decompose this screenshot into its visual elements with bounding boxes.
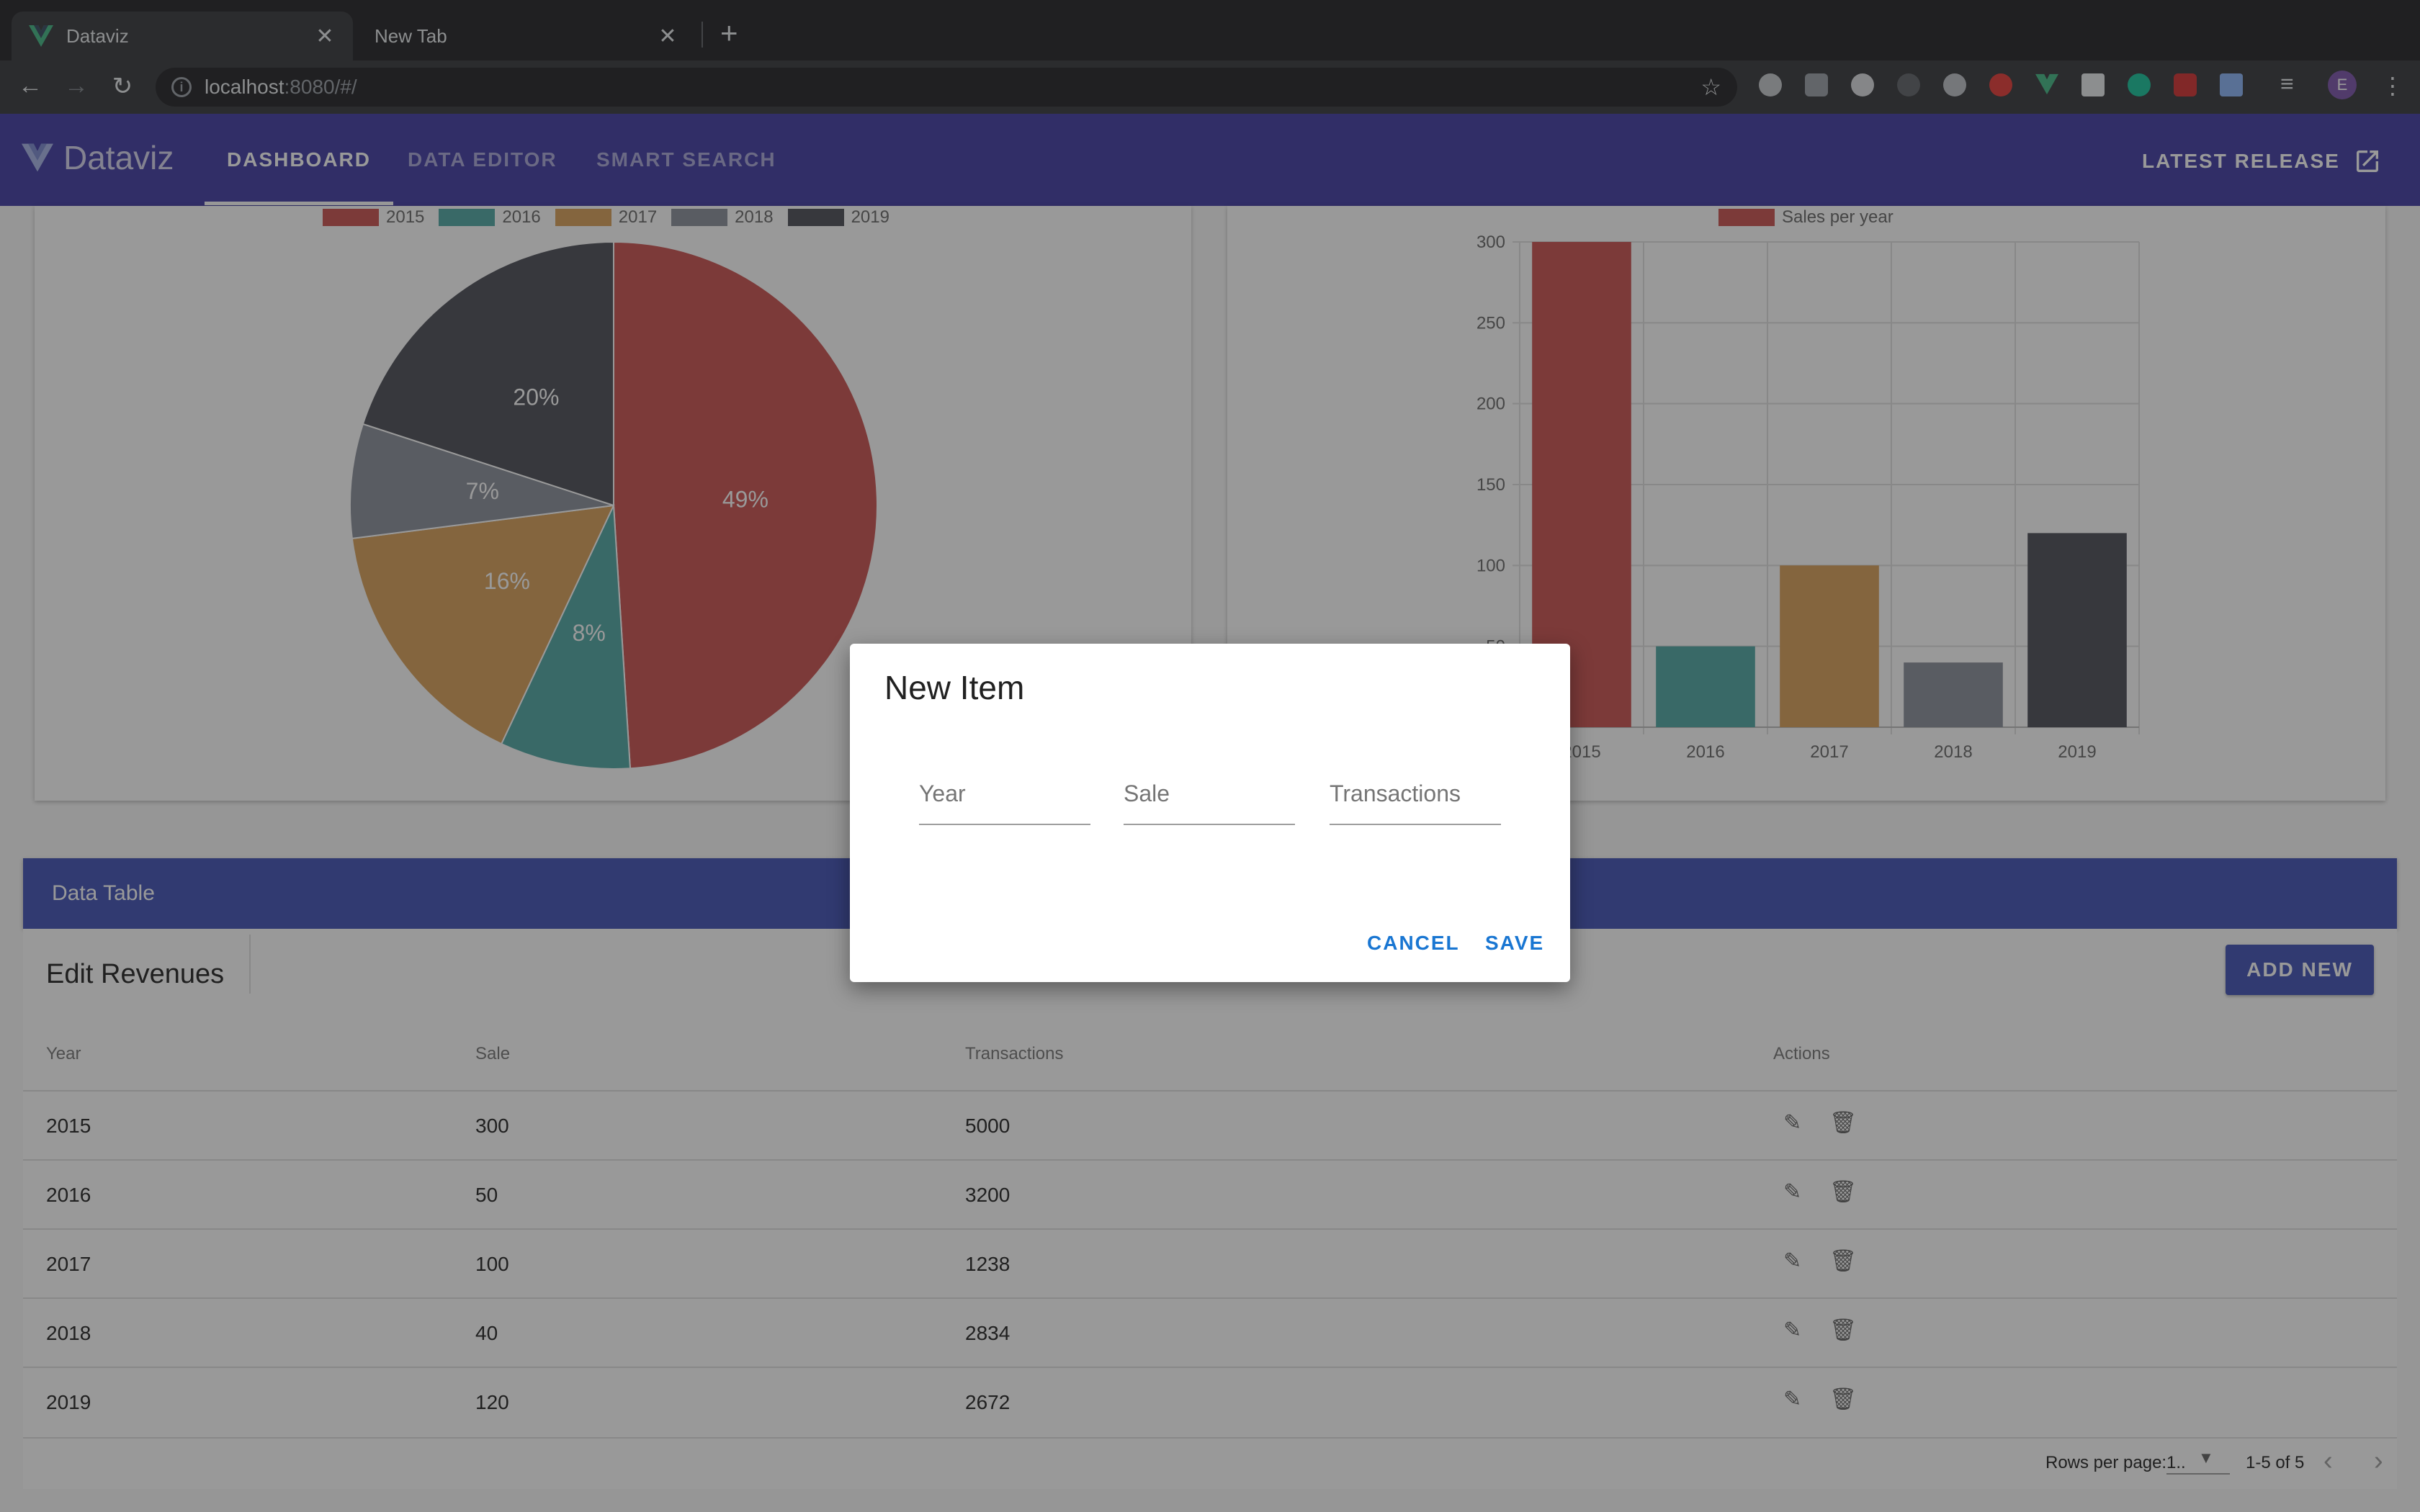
- new-item-dialog: New Item CANCEL SAVE: [850, 644, 1570, 982]
- transactions-input[interactable]: [1330, 780, 1501, 807]
- sale-field[interactable]: [1124, 773, 1295, 825]
- year-field[interactable]: [919, 773, 1090, 825]
- dialog-title: New Item: [884, 669, 1025, 706]
- sale-input[interactable]: [1124, 780, 1295, 807]
- cancel-button[interactable]: CANCEL: [1367, 932, 1460, 955]
- year-input[interactable]: [919, 780, 1090, 807]
- save-button[interactable]: SAVE: [1485, 932, 1544, 955]
- transactions-field[interactable]: [1330, 773, 1501, 825]
